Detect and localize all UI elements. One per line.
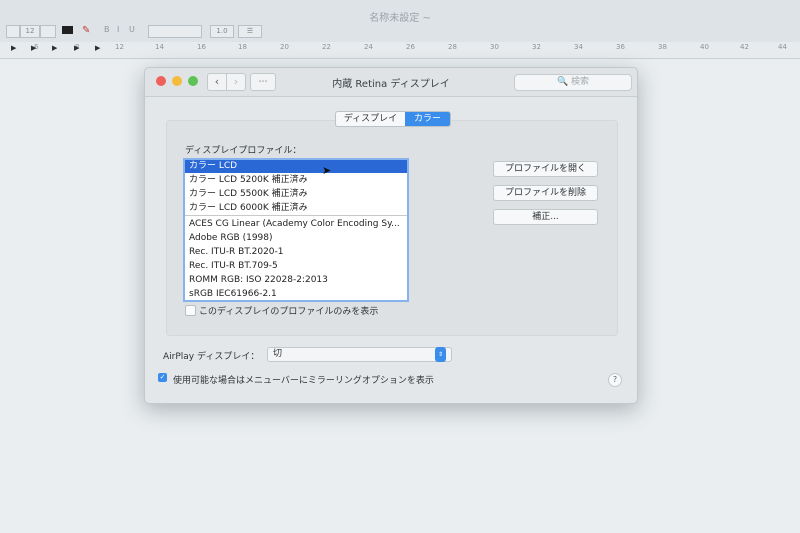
ruler-number: 16 <box>197 43 206 51</box>
tab-color[interactable]: カラー <box>405 112 450 126</box>
italic-button[interactable]: I <box>117 25 119 34</box>
list-item[interactable]: Adobe RGB (1998) <box>185 232 407 245</box>
list-style-popup[interactable]: ☰ <box>238 25 262 38</box>
list-item[interactable]: ROMM RGB: ISO 22028-2:2013 <box>185 274 407 287</box>
text-color-well[interactable] <box>62 26 73 34</box>
ruler-number: 40 <box>700 43 709 51</box>
display-preferences-window: ‹ › ⋯ 内蔵 Retina ディスプレイ 🔍 検索 ディスプレイ カラー デ… <box>144 67 638 404</box>
tab-stop-icon[interactable]: ▶ <box>11 44 16 52</box>
font-size-popup[interactable] <box>40 25 56 38</box>
only-this-display-checkbox[interactable] <box>185 305 196 316</box>
chevron-updown-icon[interactable]: ⇕ <box>435 347 446 362</box>
underline-button[interactable]: U <box>129 25 135 34</box>
ruler-number: 34 <box>574 43 583 51</box>
ruler-number: 36 <box>616 43 625 51</box>
ruler-number: 22 <box>322 43 331 51</box>
background-editor-toolbar: 名称未設定 ~ 12 ✎ B I U 1.0 ☰ <box>0 0 800 43</box>
help-button[interactable]: ? <box>608 373 622 387</box>
list-item[interactable]: ACES CG Linear (Academy Color Encoding S… <box>185 218 407 231</box>
ruler-number: 14 <box>155 43 164 51</box>
alignment-buttons[interactable] <box>148 25 202 38</box>
airplay-label: AirPlay ディスプレイ： <box>163 352 260 362</box>
list-item[interactable]: カラー LCD 5200K 補正済み <box>185 174 407 187</box>
tab-stop-icon[interactable]: ▶ <box>31 44 36 52</box>
list-item[interactable]: Rec. ITU-R BT.709-5 <box>185 260 407 273</box>
ruler-number: 12 <box>115 43 124 51</box>
tab-display[interactable]: ディスプレイ <box>336 112 405 126</box>
mirroring-label: 使用可能な場合はメニューバーにミラーリングオプションを表示 <box>173 376 434 386</box>
font-size-field[interactable]: 12 <box>20 25 40 38</box>
list-item[interactable]: カラー LCD 5500K 補正済み <box>185 188 407 201</box>
open-profile-button[interactable]: プロファイルを開く <box>493 161 598 177</box>
toolbar-style-popup[interactable] <box>6 25 20 38</box>
mirroring-checkbox[interactable]: ✓ <box>158 373 167 382</box>
ruler-number: 30 <box>490 43 499 51</box>
tab-control: ディスプレイ カラー <box>335 111 451 127</box>
ruler-number: 42 <box>740 43 749 51</box>
mouse-cursor-icon: ➤ <box>322 164 332 177</box>
only-this-display-label: このディスプレイのプロファイルのみを表示 <box>199 307 379 317</box>
delete-profile-button[interactable]: プロファイルを削除 <box>493 185 598 201</box>
ruler-number: 18 <box>238 43 247 51</box>
highlight-icon[interactable]: ✎ <box>82 25 90 36</box>
ruler-number: 24 <box>364 43 373 51</box>
list-item[interactable]: カラー LCD 6000K 補正済み <box>185 202 407 215</box>
ruler-number: 28 <box>448 43 457 51</box>
tab-stop-icon[interactable]: ▶ <box>95 44 100 52</box>
window-titlebar[interactable]: ‹ › ⋯ 内蔵 Retina ディスプレイ 🔍 検索 <box>145 68 637 97</box>
list-item[interactable]: カラー LCD <box>185 160 407 173</box>
search-input[interactable]: 🔍 検索 <box>514 74 632 91</box>
ruler-number: 44 <box>778 43 787 51</box>
list-item[interactable]: sRGB IEC61966-2.1 <box>185 288 407 300</box>
ruler-number: 20 <box>280 43 289 51</box>
document-title: 名称未設定 ~ <box>369 13 431 24</box>
bold-button[interactable]: B <box>104 25 110 34</box>
profile-list-label: ディスプレイプロファイル： <box>185 146 302 156</box>
airplay-select[interactable]: 切 <box>267 347 452 362</box>
line-spacing-popup[interactable]: 1.0 <box>210 25 234 38</box>
ruler-number: 38 <box>658 43 667 51</box>
ruler: 6 8 12 14 16 18 20 22 24 26 28 30 32 34 … <box>0 42 800 59</box>
list-item[interactable]: Rec. ITU-R BT.2020-1 <box>185 246 407 259</box>
tab-stop-icon[interactable]: ▶ <box>52 44 57 52</box>
list-divider <box>185 215 407 216</box>
ruler-number: 32 <box>532 43 541 51</box>
calibrate-button[interactable]: 補正... <box>493 209 598 225</box>
tab-stop-icon[interactable]: ▶ <box>74 44 79 52</box>
ruler-number: 26 <box>406 43 415 51</box>
profile-list[interactable]: カラー LCD カラー LCD 5200K 補正済み カラー LCD 5500K… <box>183 158 409 302</box>
